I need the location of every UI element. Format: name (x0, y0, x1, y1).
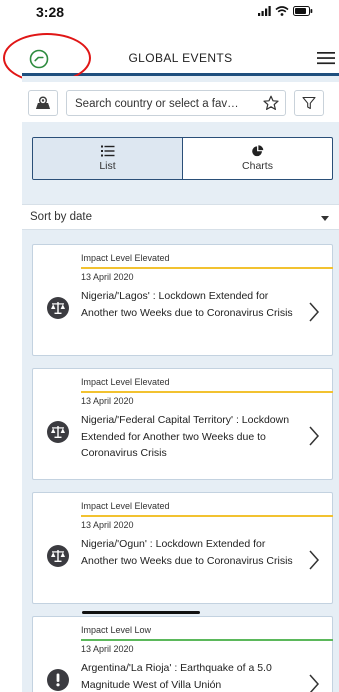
view-toggle: List Charts (32, 137, 333, 180)
filter-funnel-icon (302, 96, 316, 110)
event-title: Nigeria/'Federal Capital Territory' : Lo… (81, 414, 290, 459)
impact-level: Impact Level Low (81, 625, 152, 635)
hamburger-menu-icon[interactable] (317, 50, 335, 66)
event-date: 13 April 2020 (81, 272, 134, 282)
chevron-right-icon[interactable] (308, 549, 320, 571)
event-card[interactable]: Impact Level Elevated 13 April 2020 Nige… (32, 244, 333, 356)
event-title: Nigeria/'Ogun' : Lockdown Extended for A… (81, 538, 293, 567)
wifi-icon (275, 6, 289, 16)
event-date: 13 April 2020 (81, 396, 134, 406)
impact-indicator-line (81, 391, 333, 393)
search-box[interactable] (66, 90, 286, 116)
filter-button[interactable] (294, 90, 324, 116)
impact-indicator-line (81, 267, 333, 269)
status-bar: 3:28 (0, 0, 339, 34)
map-button[interactable] (28, 90, 58, 116)
sort-dropdown[interactable]: Sort by date (22, 204, 339, 230)
battery-icon (293, 6, 313, 16)
search-input[interactable] (75, 95, 255, 112)
status-icons (258, 6, 313, 16)
impact-indicator-line (81, 639, 333, 641)
event-card[interactable]: Impact Level Elevated 13 April 2020 Nige… (32, 492, 333, 604)
star-favorite-icon[interactable] (263, 95, 279, 111)
scales-icon (47, 545, 69, 567)
annotation-underline (82, 611, 200, 614)
chevron-right-icon[interactable] (308, 425, 320, 447)
tab-charts-label: Charts (242, 160, 273, 172)
event-date: 13 April 2020 (81, 520, 134, 530)
pie-chart-icon (251, 145, 263, 157)
event-card[interactable]: Impact Level Elevated 13 April 2020 Nige… (32, 368, 333, 480)
sort-label: Sort by date (30, 211, 93, 223)
event-date: 13 April 2020 (81, 644, 134, 654)
chevron-right-icon[interactable] (308, 673, 320, 692)
event-card[interactable]: Impact Level Low 13 April 2020 Argentina… (32, 616, 333, 692)
event-title: Nigeria/'Lagos' : Lockdown Extended for … (81, 290, 293, 319)
signal-icon (258, 6, 271, 16)
impact-level: Impact Level Elevated (81, 501, 170, 511)
scales-icon (47, 297, 69, 319)
chevron-right-icon[interactable] (308, 301, 320, 323)
list-icon (100, 145, 114, 157)
event-title: Argentina/'La Rioja' : Earthquake of a 5… (81, 662, 272, 691)
impact-indicator-line (81, 515, 333, 517)
impact-level: Impact Level Elevated (81, 253, 170, 263)
status-time: 3:28 (36, 4, 65, 20)
exclamation-icon (47, 669, 69, 691)
search-bar-row (22, 82, 339, 122)
map-pin-icon (36, 96, 50, 109)
phone-screen: 3:28 GLOBAL EVENTS Search country or sel… (0, 0, 339, 692)
caret-down-icon (321, 216, 329, 221)
tab-list[interactable]: List (33, 138, 182, 179)
main-content: List Charts Sort by date Impact Level El… (22, 76, 339, 692)
tab-list-label: List (99, 160, 116, 172)
scales-icon (47, 421, 69, 443)
tab-charts[interactable]: Charts (182, 138, 332, 179)
impact-level: Impact Level Elevated (81, 377, 170, 387)
